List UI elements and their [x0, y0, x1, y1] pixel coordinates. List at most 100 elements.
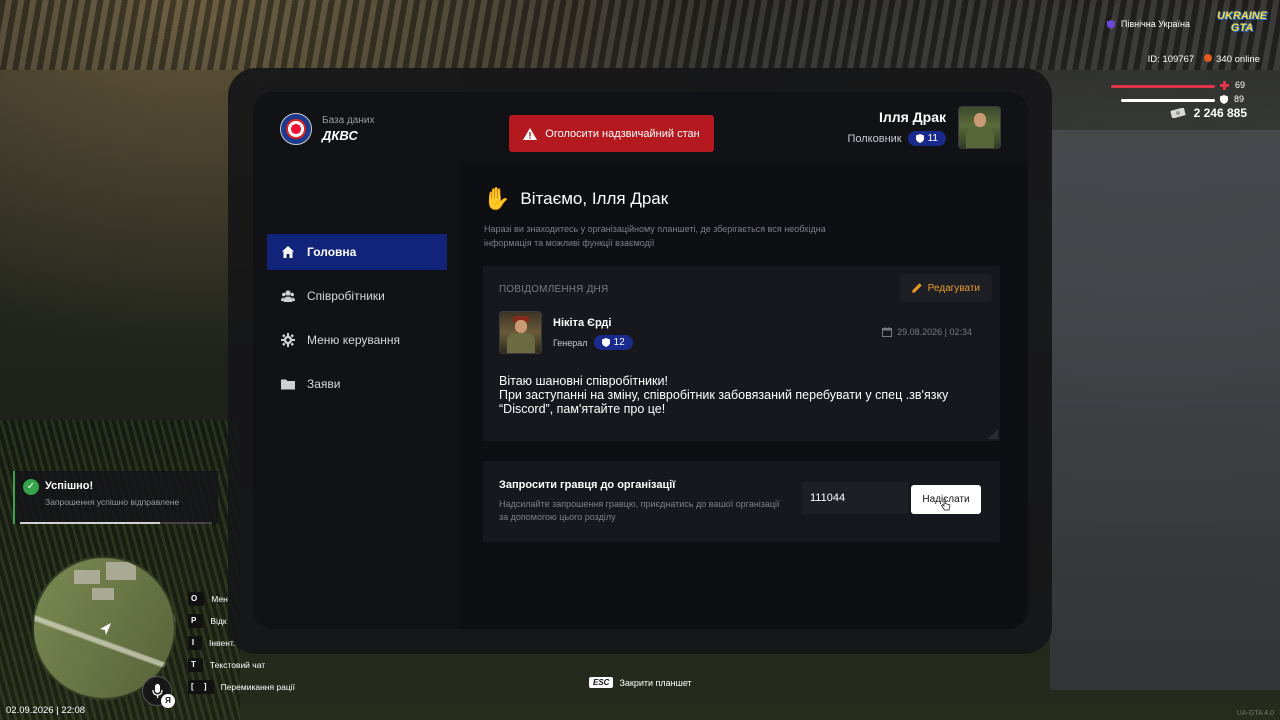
- hud-id-row: ID: 109767 340 online: [1148, 54, 1260, 65]
- keybind-item: P Відк: [188, 610, 295, 632]
- close-tablet-hint[interactable]: ESC Закрити планшет: [589, 677, 692, 688]
- game-logo: UKRAINE GTA: [1216, 10, 1268, 34]
- health-bar: [1111, 85, 1215, 88]
- keybind-label: Текстовий чат: [209, 660, 266, 670]
- gear-icon: [281, 333, 295, 347]
- sidebar-item-applications[interactable]: Заяви: [267, 366, 447, 402]
- money-display: 2 246 885: [1170, 106, 1247, 120]
- author-rank-badge: 12: [593, 335, 633, 350]
- tablet-header: База даних ДКВС Оголосити надзвичайний с…: [253, 92, 1028, 164]
- waving-hand-icon: ✋: [483, 186, 511, 211]
- avatar-body: [507, 333, 535, 353]
- sidebar-item-label: Головна: [307, 245, 357, 259]
- home-icon: [282, 246, 294, 258]
- user-rank: Полковник: [847, 132, 902, 145]
- user-rank-level: 11: [927, 133, 938, 144]
- language-badge: Я: [161, 694, 175, 708]
- player-id-input[interactable]: [802, 482, 908, 514]
- health-bar-fill: [1111, 85, 1215, 88]
- key-cap: [ ]: [188, 680, 214, 694]
- org-tablet: База даних ДКВС Оголосити надзвичайний с…: [253, 92, 1028, 629]
- key-cap: T: [188, 658, 203, 672]
- resize-handle-icon[interactable]: [988, 429, 998, 439]
- author-rank-row: Генерал 12: [553, 335, 633, 350]
- armor-bar: [1121, 99, 1215, 102]
- key-cap: P: [188, 614, 204, 628]
- user-rank-row: Полковник 11: [847, 131, 946, 146]
- users-icon: [281, 290, 295, 302]
- map-building: [92, 588, 114, 600]
- keybind-label: Відк: [210, 616, 227, 626]
- sidebar-item-home[interactable]: Головна: [267, 234, 447, 270]
- intro-text: Наразі ви знаходитесь у організаційному …: [484, 224, 826, 248]
- notification-progress: [20, 522, 212, 524]
- motd-label: ПОВІДОМЛЕННЯ ДНЯ: [499, 284, 609, 295]
- player-id: ID: 109767: [1147, 54, 1195, 65]
- keybind-label: Мен: [211, 594, 228, 604]
- welcome-heading: ✋ Вітаємо, Ілля Драк: [483, 186, 668, 212]
- online-count-wrap: 340 online: [1204, 54, 1260, 65]
- org-brand: База даних ДКВС: [280, 113, 374, 145]
- armor-shield-icon: [1220, 94, 1228, 104]
- map-building: [74, 570, 100, 584]
- avatar-head: [515, 320, 527, 333]
- author-name: Нікіта Єрді: [553, 317, 612, 329]
- version-label: UA-GTA 4.0: [1236, 710, 1274, 717]
- org-name: ДКВС: [322, 128, 358, 143]
- edit-motd-label: Редагувати: [927, 282, 980, 294]
- check-icon: ✓: [23, 479, 39, 495]
- calendar-icon: [882, 327, 893, 337]
- sidebar-item-employees[interactable]: Співробітники: [267, 278, 447, 314]
- region-indicator: Північна Україна: [1106, 19, 1190, 29]
- sidebar-item-control-menu[interactable]: Меню керування: [267, 322, 447, 358]
- sidebar-item-label: Співробітники: [307, 289, 385, 303]
- author-rank-level: 12: [613, 337, 625, 348]
- shield-icon: [601, 338, 610, 347]
- shield-icon: [915, 134, 924, 143]
- main-content: ✋ Вітаємо, Ілля Драк Наразі ви знаходите…: [459, 164, 1028, 629]
- key-cap: I: [188, 636, 202, 650]
- region-shield-icon: [1106, 19, 1115, 29]
- notification-title: Успішно!: [45, 480, 94, 492]
- notification-text: Запрошення успішно відправлене: [45, 497, 180, 507]
- keybind-list: O Мен P Відк I Інвент. T Текстовий чат [ ] Пе…: [188, 588, 295, 698]
- user-info: Ілля Драк Полковник 11: [847, 109, 946, 146]
- motd-message: Вітаю шановні співробітники! При заступа…: [499, 374, 949, 416]
- keybind-label: Перемикання рації: [220, 682, 296, 692]
- health-stat: 69: [1220, 80, 1245, 90]
- sidebar-item-label: Меню керування: [307, 333, 401, 347]
- sidebar-nav: Головна Співробітники Меню керування Зая…: [267, 234, 447, 410]
- edit-motd-button[interactable]: Редагувати: [899, 274, 992, 302]
- health-value: 69: [1235, 80, 1246, 90]
- welcome-text: Вітаємо, Ілля Драк: [520, 189, 669, 208]
- author-rank: Генерал: [553, 337, 588, 348]
- declare-emergency-label: Оголосити надзвичайний стан: [545, 127, 700, 140]
- invite-description: Надсилайте запрошення гравцю, приєднатис…: [499, 499, 780, 522]
- user-avatar[interactable]: [958, 106, 1001, 149]
- armor-value: 89: [1234, 94, 1245, 104]
- keybind-label: Інвент.: [209, 638, 236, 648]
- keybind-item: I Інвент.: [188, 632, 295, 654]
- sidebar-item-label: Заяви: [307, 377, 341, 391]
- declare-emergency-button[interactable]: Оголосити надзвичайний стан: [509, 115, 714, 152]
- motd-date-text: 29.08.2026 | 02:34: [897, 327, 972, 337]
- org-subtitle: База даних: [322, 115, 375, 126]
- user-rank-badge: 11: [907, 131, 946, 146]
- esc-key: ESC: [589, 677, 614, 688]
- user-name: Ілля Драк: [878, 109, 946, 125]
- invite-player-card: Запросити гравця до організації Надсилай…: [483, 461, 1000, 542]
- armor-stat: 89: [1220, 94, 1244, 104]
- keybind-item: T Текстовий чат: [188, 654, 295, 676]
- map-building: [106, 562, 136, 580]
- cash-icon: [1170, 108, 1186, 118]
- success-notification: ✓ Успішно! Запрошення успішно відправлен…: [13, 471, 218, 524]
- keybind-item: [ ] Перемикання рації: [188, 676, 295, 698]
- notification-progress-fill: [20, 522, 161, 524]
- warning-icon: [523, 127, 538, 140]
- background-fence: [0, 0, 1280, 70]
- armor-bar-fill: [1121, 99, 1215, 102]
- folder-icon: [281, 379, 295, 390]
- keybind-item: O Мен: [188, 588, 295, 610]
- close-tablet-label: Закрити планшет: [619, 677, 692, 688]
- motd-date: 29.08.2026 | 02:34: [882, 327, 972, 337]
